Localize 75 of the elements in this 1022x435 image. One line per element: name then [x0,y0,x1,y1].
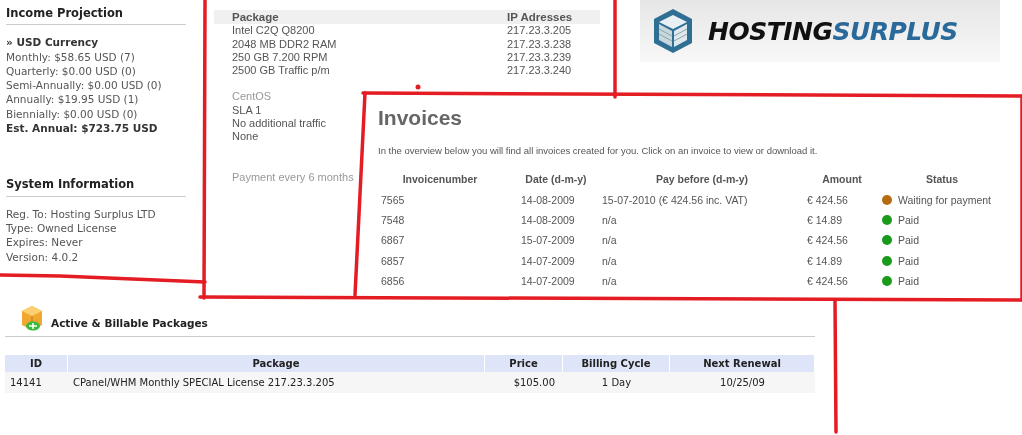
invoice-number[interactable]: 6856 [370,270,510,292]
column-header: Package [232,11,280,25]
invoice-number[interactable]: 6857 [370,250,510,271]
spec-line: 2048 MB DDR2 RAM [232,37,338,51]
spec-line: 2500 GB Traffic p/m [232,64,331,78]
spec-line: Intel C2Q Q8200 [232,24,316,38]
table-cell-text: $105.00 [512,376,556,390]
income-line: Annually: $19.95 USD (1) [6,92,140,107]
table-cell-text: n/a [602,253,618,269]
option-line: SLA 1 [232,103,262,118]
currency-heading: » USD Currency [6,35,100,50]
table-cell-text: € 14.89 [806,212,844,228]
income-line: Biennially: $0.00 USD (0) [6,106,139,122]
package-icon [19,304,45,332]
status-text: Paid [898,212,919,228]
column-header: Package [68,355,485,372]
table-cell-text: 14141 [9,376,43,390]
column-header: Pay before (d-m-y) [654,172,750,188]
invoice-number[interactable]: 6867 [370,230,510,251]
spec-line: 250 GB 7.200 RPM [232,50,329,65]
option-line: CentOS [232,90,272,104]
column-header: Date (d-m-y) [524,172,588,188]
table-cell-text: 10/25/09 [719,376,766,390]
column-header: Amount [821,172,863,188]
info-line: Expires: Never [6,235,84,250]
intro-text: In the overview below you will find all invoices created for you. Click on an invoice to view or download it. [378,145,819,156]
table-cell-text: CPanel/WHM Monthly SPECIAL License 217.23.3.205 [72,376,336,390]
section-title: Active & Billable Packages [51,316,208,329]
column-header: Next Renewal [670,355,815,372]
status-text: Paid [898,274,919,290]
table-cell-text: € 424.56 [806,233,849,249]
table-cell-text: 14-07-2009 [520,253,576,269]
column-header: Price [485,355,563,372]
table-cell-text: 15-07-2009 [520,233,576,249]
annual-estimate: Est. Annual: $723.75 USD [6,121,159,136]
ip-address: 217.23.3.239 [507,50,573,65]
table-cell-text: 1 Day [600,376,633,390]
option-line: None [232,130,259,144]
panel-title: Invoices [378,106,464,130]
ip-address: 217.23.3.205 [507,24,573,38]
status-text: Waiting for payment [898,192,991,208]
column-header: IP Adresses [507,11,574,25]
income-line: Monthly: $58.65 USD (7) [6,49,136,64]
table-cell-text: € 424.56 [806,274,849,290]
cube-icon [652,7,694,55]
section-title: System Information [6,177,186,197]
payment-note: Payment every 6 months [232,170,354,184]
table-cell-text: n/a [602,274,618,290]
table-cell-text: 14-08-2009 [520,192,576,208]
info-line: Type: Owned License [6,220,118,236]
income-line: Semi-Annually: $0.00 USD (0) [6,78,163,93]
column-header: ID [5,355,68,372]
invoice-number[interactable]: 7548 [370,209,510,231]
table-cell-text: 14-07-2009 [520,274,576,290]
annotation-dot [415,84,421,90]
table-cell-text: n/a [602,233,618,249]
income-line: Quarterly: $0.00 USD (0) [6,63,137,79]
column-header: Invoicenumber [401,172,479,188]
status-text: Paid [898,233,919,249]
option-line: No additional traffic [232,117,326,131]
table-cell-text: 14-08-2009 [520,212,576,228]
table-cell-text: n/a [602,212,618,228]
info-line: Version: 4.0.2 [6,249,80,264]
column-header: Status [924,172,960,188]
table-cell-text: € 14.89 [806,253,844,269]
ip-address: 217.23.3.238 [507,37,573,51]
table-cell-text: 15-07-2010 (€ 424.56 inc. VAT) [602,192,749,208]
info-line: Reg. To: Hosting Surplus LTD [6,206,157,221]
column-header: Billing Cycle [563,355,670,372]
section-title: Income Projection [6,6,186,26]
logo-text: HOSTINGSURPLUS [708,16,958,46]
status-text: Paid [898,253,919,269]
invoice-number[interactable]: 7565 [370,189,510,210]
table-cell-text: € 424.56 [806,192,849,208]
ip-address: 217.23.3.240 [507,64,573,78]
